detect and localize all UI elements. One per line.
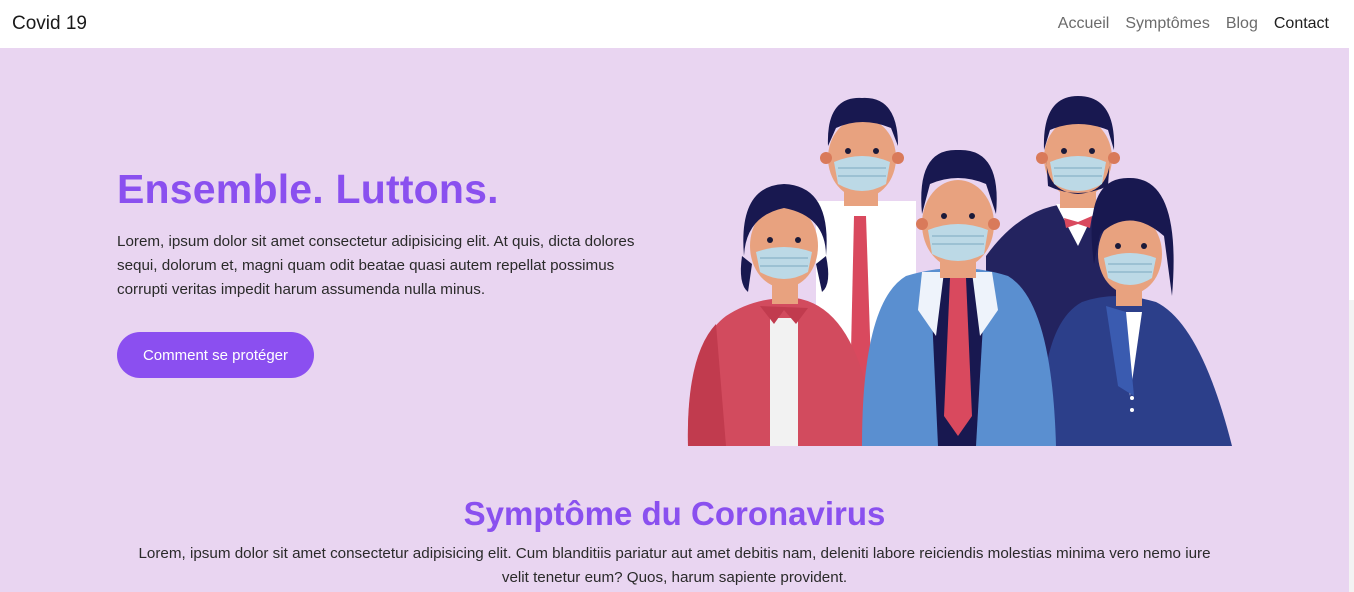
symptoms-section: Symptôme du Coronavirus Lorem, ipsum dol… xyxy=(0,494,1349,590)
protect-cta-button[interactable]: Comment se protéger xyxy=(117,332,314,378)
nav-link-symptomes[interactable]: Symptômes xyxy=(1125,15,1209,33)
symptoms-body: Lorem, ipsum dolor sit amet consectetur … xyxy=(138,545,1211,586)
nav-links: Accueil Symptômes Blog Contact xyxy=(1058,15,1329,33)
hero-title: Ensemble. Luttons. xyxy=(117,166,499,212)
navbar: Covid 19 Accueil Symptômes Blog Contact xyxy=(0,0,1349,48)
person-center xyxy=(862,149,1056,446)
scrollbar-thumb[interactable] xyxy=(1349,0,1354,300)
hero-body: Lorem, ipsum dolor sit amet consectetur … xyxy=(117,233,635,298)
nav-link-blog[interactable]: Blog xyxy=(1226,15,1258,33)
hero-section: Ensemble. Luttons. Lorem, ipsum dolor si… xyxy=(0,48,1349,468)
symptoms-title: Symptôme du Coronavirus xyxy=(463,495,886,532)
brand-link[interactable]: Covid 19 xyxy=(12,13,87,35)
nav-link-accueil[interactable]: Accueil xyxy=(1058,15,1110,33)
scrollbar[interactable] xyxy=(1349,0,1354,592)
nav-link-contact[interactable]: Contact xyxy=(1274,15,1329,33)
masked-people-illustration xyxy=(687,96,1232,446)
